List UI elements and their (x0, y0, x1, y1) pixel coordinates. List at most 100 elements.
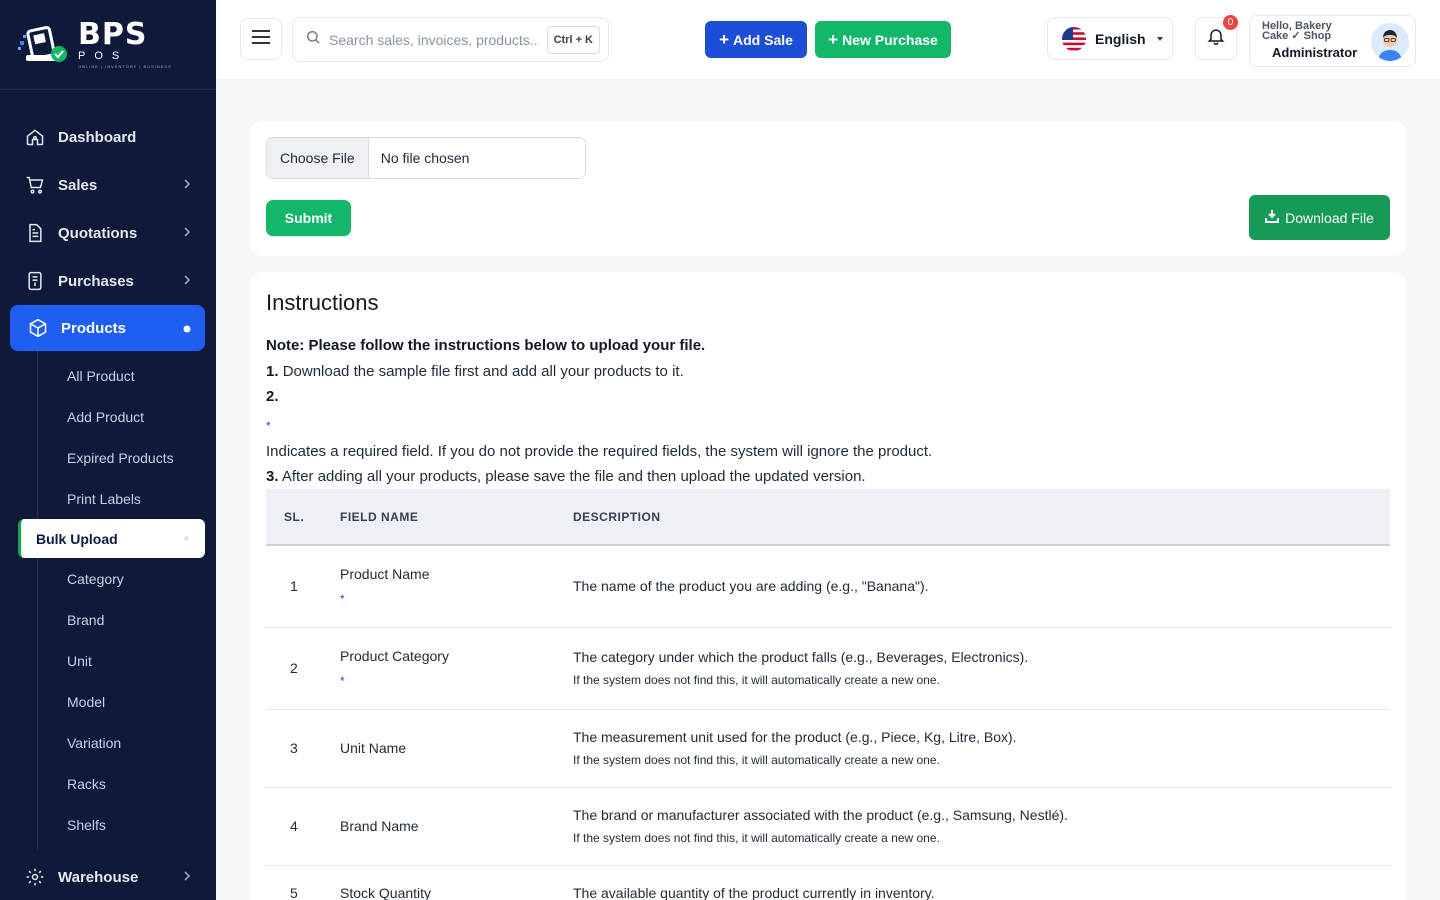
submenu-item-bulk-upload[interactable]: Bulk Upload (18, 519, 205, 558)
chevron-right-icon (182, 869, 192, 887)
new-purchase-label: New Purchase (842, 31, 938, 48)
cell-description: The name of the product you are adding (… (573, 545, 1390, 628)
submenu-item-brand[interactable]: Brand (38, 599, 216, 640)
language-selector[interactable]: English (1047, 17, 1173, 60)
top-header: Ctrl + K + Add Sale + New Purchase Engli… (216, 0, 1440, 80)
hamburger-icon (251, 29, 271, 50)
upload-card: Choose File No file chosen Submit Downlo… (250, 121, 1406, 256)
required-star: * (266, 417, 271, 434)
column-header-sl: SL. (284, 509, 305, 524)
document-icon (24, 222, 46, 244)
cell-description: The available quantity of the product cu… (573, 865, 1390, 900)
submenu-item-unit[interactable]: Unit (38, 640, 216, 681)
field-table: SL. FIELD NAME DESCRIPTION 1 Product Nam… (266, 489, 1390, 900)
table-row: 1 Product Name * The name of the product… (266, 545, 1390, 628)
logo-wordmark: BPS (78, 17, 148, 52)
brand-logo[interactable]: BPS POS ONLINE | INVENTORY | BUSINESS (0, 0, 216, 90)
avatar (1371, 23, 1409, 61)
notifications-button[interactable]: 0 (1195, 15, 1238, 60)
search-box[interactable]: Ctrl + K (292, 17, 609, 62)
sidebar-item-label: Quotations (58, 224, 138, 242)
instruction-step-3: 3. After adding all your products, pleas… (266, 468, 866, 485)
cell-sl: 1 (266, 545, 340, 628)
sidebar-item-label: Dashboard (58, 128, 137, 146)
sidebar-item-sales[interactable]: Sales (0, 161, 216, 209)
submenu-item-model[interactable]: Model (38, 681, 216, 722)
gear-icon (24, 866, 46, 888)
box-icon (27, 317, 49, 339)
table-row: 5 Stock Quantity The available quantity … (266, 865, 1390, 900)
description-note: If the system does not find this, it wil… (573, 831, 940, 845)
sidebar-item-label: Purchases (58, 272, 134, 290)
instructions-note: Note: Please follow the instructions bel… (266, 337, 705, 354)
step-number: 2. (266, 388, 279, 405)
description-text: The measurement unit used for the produc… (573, 729, 1017, 745)
expanded-dot-icon (181, 321, 193, 338)
sidebar-item-label: Sales (58, 176, 98, 194)
field-name: Product Name (340, 566, 430, 583)
receipt-icon (24, 270, 46, 292)
description-text: The available quantity of the product cu… (573, 885, 935, 900)
pos-terminal-icon (18, 23, 68, 67)
sidebar: BPS POS ONLINE | INVENTORY | BUSINESS Da… (0, 0, 216, 900)
caret-down-icon (1156, 36, 1163, 41)
submenu-item-expired-products[interactable]: Expired Products (38, 437, 216, 478)
file-input[interactable]: Choose File No file chosen (266, 137, 586, 179)
sidebar-item-label: Products (61, 319, 127, 337)
cell-description: The category under which the product fal… (573, 627, 1390, 710)
table-row: 3 Unit Name The measurement unit used fo… (266, 709, 1390, 788)
submenu-item-print-labels[interactable]: Print Labels (38, 478, 216, 519)
instruction-step-2: 2. (266, 388, 279, 405)
required-marker: * (340, 592, 345, 607)
search-input[interactable] (329, 31, 539, 48)
language-label: English (1095, 30, 1146, 47)
table-row: 2 Product Category * The category under … (266, 627, 1390, 710)
sidebar-item-quotations[interactable]: Quotations (0, 209, 216, 257)
field-name: Stock Quantity (340, 885, 432, 900)
field-name: Brand Name (340, 818, 419, 834)
us-flag-icon (1062, 26, 1086, 51)
user-profile-menu[interactable]: Hello, Bakery Cake ✓ Shop Administrator (1249, 15, 1416, 67)
user-greeting: Hello, Bakery Cake ✓ Shop (1262, 20, 1332, 42)
description-note: If the system does not find this, it wil… (573, 753, 940, 767)
chevron-right-icon (182, 177, 192, 195)
sidebar-item-purchases[interactable]: Purchases (0, 257, 216, 305)
step-text: Indicates a required field. If you do no… (266, 443, 933, 460)
cell-sl: 2 (266, 627, 340, 710)
sidebar-item-label: Warehouse (58, 868, 139, 886)
download-file-button[interactable]: Download File (1249, 195, 1390, 240)
products-submenu: All Product Add Product Expired Products… (18, 351, 216, 849)
user-role: Administrator (1272, 45, 1358, 60)
instructions-card: Instructions Note: Please follow the ins… (250, 272, 1406, 900)
logo-tagline: ONLINE | INVENTORY | BUSINESS (78, 64, 172, 69)
submenu-item-all-product[interactable]: All Product (38, 355, 216, 396)
cell-sl: 3 (266, 709, 340, 788)
cell-sl: 5 (266, 865, 340, 900)
sidebar-item-products[interactable]: Products (10, 305, 205, 351)
new-purchase-button[interactable]: + New Purchase (815, 21, 951, 58)
table-header-row: SL. FIELD NAME DESCRIPTION (266, 489, 1390, 545)
cell-field-name: Brand Name (340, 787, 573, 866)
cart-icon (24, 174, 46, 196)
sidebar-item-dashboard[interactable]: Dashboard (0, 113, 216, 161)
column-header-description: DESCRIPTION (573, 509, 661, 524)
download-label: Download File (1285, 209, 1374, 226)
menu-toggle-button[interactable] (240, 18, 282, 60)
cell-field-name: Product Name * (340, 545, 573, 628)
submenu-item-add-product[interactable]: Add Product (38, 396, 216, 437)
cell-field-name: Unit Name (340, 709, 573, 788)
chevron-right-icon (182, 225, 192, 243)
submenu-item-category[interactable]: Category (38, 558, 216, 599)
plus-icon: + (828, 30, 839, 49)
choose-file-button[interactable]: Choose File (267, 138, 369, 178)
submit-button[interactable]: Submit (266, 200, 351, 236)
step-number: 3. (266, 468, 279, 485)
search-icon (305, 29, 321, 50)
sidebar-item-warehouse[interactable]: Warehouse (0, 853, 216, 900)
submenu-item-label: Bulk Upload (36, 530, 118, 547)
download-icon (1265, 209, 1285, 226)
submenu-item-racks[interactable]: Racks (38, 763, 216, 804)
submenu-item-shelfs[interactable]: Shelfs (38, 804, 216, 845)
add-sale-button[interactable]: + Add Sale (705, 21, 807, 58)
submenu-item-variation[interactable]: Variation (38, 722, 216, 763)
